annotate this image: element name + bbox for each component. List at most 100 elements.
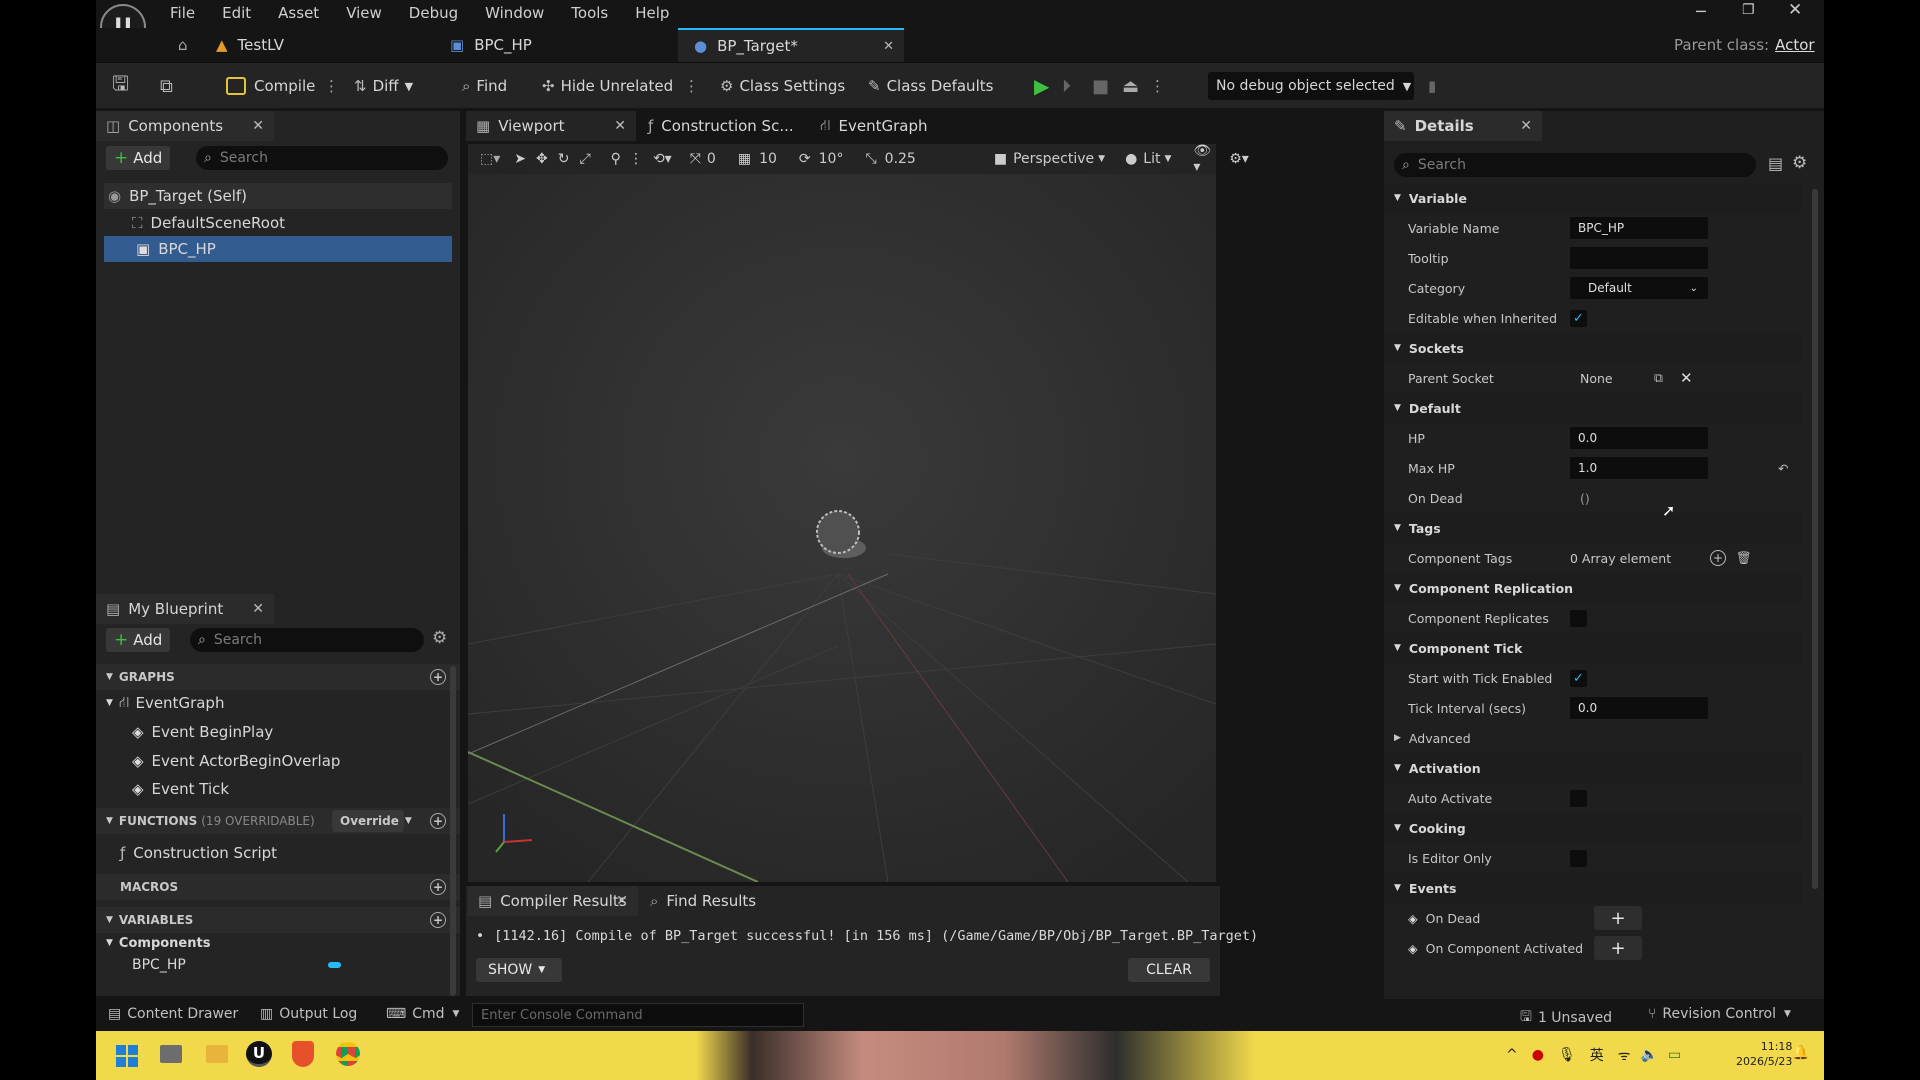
surface-snap-value[interactable]: 0 xyxy=(707,151,716,167)
unsaved-button[interactable]: 🖫 1 Unsaved xyxy=(1520,1006,1612,1030)
tray-expand-icon[interactable]: ^ xyxy=(1506,1047,1518,1063)
section-tags[interactable]: ▼ Tags xyxy=(1384,513,1802,543)
clear-button[interactable]: CLEAR xyxy=(1128,958,1210,982)
max-hp-input[interactable]: 1.0 xyxy=(1570,457,1708,479)
security-icon[interactable]: ● xyxy=(1532,1047,1544,1063)
brave-browser-icon[interactable] xyxy=(292,1041,314,1067)
maximize-button[interactable]: ❐ xyxy=(1742,2,1755,18)
step-button[interactable]: ⏵ xyxy=(1062,63,1071,109)
volume-icon[interactable]: 🔈 xyxy=(1641,1047,1658,1063)
event-item[interactable]: ◈ Event ActorBeginOverlap xyxy=(132,748,340,774)
microphone-icon[interactable]: 🎙 xyxy=(1558,1047,1576,1063)
play-options-icon[interactable]: ⋮ xyxy=(1150,63,1165,109)
details-settings-icon[interactable]: ⚙ xyxy=(1792,153,1807,173)
grid-snap-value[interactable]: 10 xyxy=(759,151,777,167)
tab-level[interactable]: ▲ TestLV xyxy=(216,28,416,62)
functions-section-header[interactable]: ▼ FUNCTIONS (19 OVERRIDABLE) Override ▼ … xyxy=(96,808,460,834)
my-blueprint-scrollbar[interactable] xyxy=(450,666,456,996)
menu-item-view[interactable]: View xyxy=(346,4,382,22)
add-member-button[interactable]: + Add xyxy=(106,628,171,652)
show-flags-icon[interactable]: 👁▾ xyxy=(1193,143,1211,175)
hp-input[interactable]: 0.0 xyxy=(1570,427,1708,449)
section-cooking[interactable]: ▼ Cooking xyxy=(1384,813,1802,843)
unreal-taskbar-icon[interactable]: U xyxy=(246,1041,272,1067)
menu-item-edit[interactable]: Edit xyxy=(222,4,251,22)
components-search-input[interactable]: ⌕ Search xyxy=(196,146,448,170)
tab-components[interactable]: ◫ Components ✕ xyxy=(96,111,274,141)
menu-item-asset[interactable]: Asset xyxy=(278,4,319,22)
parent-class-link[interactable]: Actor xyxy=(1775,36,1814,54)
trash-icon[interactable]: 🗑 xyxy=(1736,550,1752,566)
viewport-settings-icon[interactable]: ⚙▾ xyxy=(1229,151,1249,167)
tab-compiler-results[interactable]: ▤ Compiler Results ✕ xyxy=(468,886,638,916)
auto-activate-checkbox[interactable] xyxy=(1570,789,1587,807)
coordinate-system-icon[interactable]: ⟲▾ xyxy=(653,151,672,167)
stop-button[interactable]: ■ xyxy=(1092,63,1109,109)
notification-bell-icon[interactable]: 🔔 xyxy=(1792,1045,1809,1061)
tab-component-bpc-hp[interactable]: ▣ BPC_HP xyxy=(450,28,650,62)
browse-button[interactable]: ⧉ xyxy=(160,63,173,109)
add-function-icon[interactable]: + xyxy=(430,813,446,829)
category-dropdown[interactable]: Default ⌄ xyxy=(1570,277,1708,299)
close-icon[interactable]: ✕ xyxy=(1520,118,1532,134)
graphs-section-header[interactable]: ▼ GRAPHS + xyxy=(96,664,460,690)
play-button[interactable]: ▶ xyxy=(1034,63,1049,109)
diff-button[interactable]: ⇅ Diff ▼ xyxy=(354,63,413,109)
close-window-button[interactable]: ✕ xyxy=(1788,0,1802,20)
hide-unrelated-options-icon[interactable]: ⋮ xyxy=(684,63,699,109)
tooltip-input[interactable] xyxy=(1570,247,1708,269)
details-scrollbar[interactable] xyxy=(1812,189,1818,889)
close-icon[interactable]: ✕ xyxy=(616,893,628,909)
compile-options-icon[interactable]: ⋮ xyxy=(324,63,339,109)
revision-control-button[interactable]: ⑂ Revision Control ▼ xyxy=(1648,1006,1791,1022)
close-icon[interactable]: ✕ xyxy=(252,601,264,617)
class-defaults-button[interactable]: ✎ Class Defaults xyxy=(868,63,993,109)
add-event-on-activated-button[interactable]: + xyxy=(1594,936,1642,960)
add-variable-icon[interactable]: + xyxy=(430,912,446,928)
clear-socket-icon[interactable]: ✕ xyxy=(1680,369,1693,387)
browse-socket-icon[interactable]: ⧉ xyxy=(1654,370,1663,386)
variable-item-bpc-hp[interactable]: BPC_HP xyxy=(132,954,432,976)
close-icon[interactable]: ✕ xyxy=(614,118,626,134)
section-default[interactable]: ▼ Default xyxy=(1384,393,1802,423)
rotation-snap-value[interactable]: 10° xyxy=(819,151,844,167)
battery-icon[interactable]: ▭ xyxy=(1668,1047,1681,1063)
replicates-checkbox[interactable] xyxy=(1570,609,1587,627)
transform-options-icon[interactable]: ⋮ xyxy=(629,151,643,167)
section-events[interactable]: ▼ Events xyxy=(1384,873,1802,903)
tab-viewport[interactable]: ▦ Viewport ✕ xyxy=(466,111,636,141)
tab-construction-script[interactable]: ƒ Construction Sc... xyxy=(638,111,808,141)
show-filter-button[interactable]: SHOW ▼ xyxy=(476,958,562,982)
tab-blueprint-bp-target[interactable]: ● BP_Target* ✕ xyxy=(678,28,904,62)
row-advanced[interactable]: ▶ Advanced xyxy=(1384,723,1802,753)
close-icon[interactable]: ✕ xyxy=(252,118,264,134)
folder-icon[interactable] xyxy=(206,1045,228,1063)
reset-to-default-icon[interactable]: ↶ xyxy=(1778,461,1788,476)
section-variable[interactable]: ▼ Variable xyxy=(1384,183,1802,213)
surface-snapping-icon[interactable]: ⤧ xyxy=(690,151,701,167)
component-tree-item-self[interactable]: ◉ BP_Target (Self) xyxy=(104,183,452,209)
my-blueprint-settings-icon[interactable]: ⚙ xyxy=(432,628,447,648)
event-graph-item[interactable]: ▼ ⛙ EventGraph xyxy=(106,690,224,716)
tab-details[interactable]: ✎ Details ✕ xyxy=(1384,111,1542,141)
menu-item-help[interactable]: Help xyxy=(635,4,669,22)
perspective-dropdown[interactable]: ■ Perspective ▼ xyxy=(994,151,1105,167)
menu-item-file[interactable]: File xyxy=(170,4,195,22)
section-component-tick[interactable]: ▼ Component Tick xyxy=(1384,633,1802,663)
start-tick-checkbox[interactable]: ✓ xyxy=(1570,669,1587,687)
add-graph-icon[interactable]: + xyxy=(430,669,446,685)
construction-script-item[interactable]: ƒ Construction Script xyxy=(120,840,277,866)
menu-item-debug[interactable]: Debug xyxy=(409,4,458,22)
section-component-replication[interactable]: ▼ Component Replication xyxy=(1384,573,1802,603)
minimize-button[interactable]: ─ xyxy=(1696,2,1706,21)
variables-components-category[interactable]: ▼ Components xyxy=(106,932,210,954)
rotation-snap-icon[interactable]: ⟳ xyxy=(799,151,811,167)
debug-object-select[interactable]: No debug object selected ▼ xyxy=(1208,72,1414,100)
chrome-icon[interactable] xyxy=(336,1042,360,1066)
scale-icon[interactable]: ⤢ xyxy=(579,151,590,167)
clock[interactable]: 11:18 2026/5/23 xyxy=(1736,1039,1792,1069)
variable-name-input[interactable]: BPC_HP xyxy=(1570,217,1708,239)
tick-interval-input[interactable]: 0.0 xyxy=(1570,697,1708,719)
section-activation[interactable]: ▼ Activation xyxy=(1384,753,1802,783)
rotate-icon[interactable]: ↻ xyxy=(558,151,570,167)
